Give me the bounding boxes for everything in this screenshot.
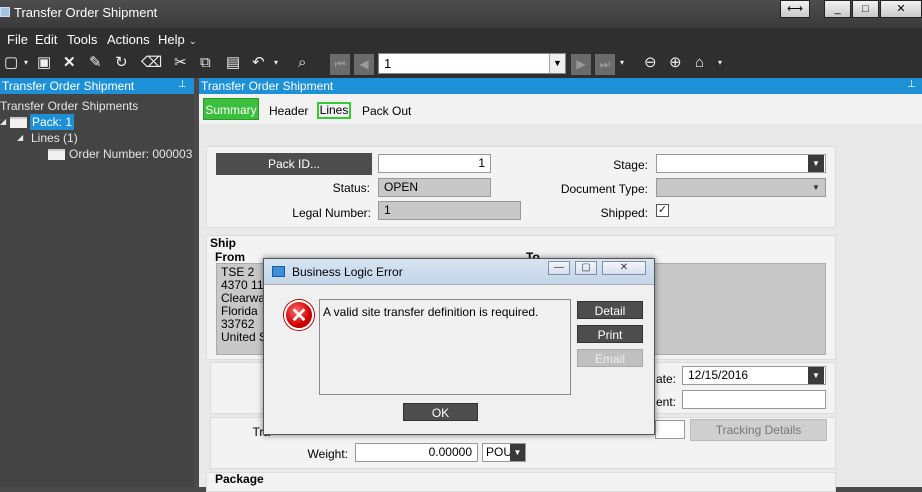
ok-button[interactable]: OK: [403, 403, 478, 421]
ship-section-title: Ship: [210, 236, 236, 250]
pin-icon[interactable]: ⊥: [178, 79, 187, 90]
folder-icon: [48, 149, 65, 160]
record-dropdown-icon[interactable]: ▼: [549, 54, 565, 73]
nav-dropdown-icon[interactable]: ▾: [620, 54, 624, 72]
folder-icon: [10, 117, 27, 128]
last-record-button[interactable]: ⏭: [595, 54, 615, 75]
menu-bar: File Edit Tools Actions Help ⌄: [0, 28, 922, 50]
pack-id-button[interactable]: Pack ID...: [216, 153, 372, 175]
expand-icon[interactable]: ◢: [0, 117, 6, 126]
calendar-dropdown-icon[interactable]: ▼: [808, 367, 824, 384]
error-icon: ✕: [284, 300, 314, 330]
dialog-title: Business Logic Error: [292, 265, 403, 279]
window-titlebar: Transfer Order Shipment ⟷ _ □ ✕: [0, 0, 922, 28]
tree-item-order[interactable]: Order Number: 000003: [69, 147, 192, 161]
home-dropdown-icon[interactable]: ▾: [718, 54, 722, 72]
legal-number-field: 1: [378, 201, 521, 220]
clear-icon[interactable]: ⌫: [141, 54, 162, 72]
menu-file[interactable]: File: [7, 32, 28, 47]
resize-button[interactable]: ⟷: [780, 0, 810, 18]
shipped-checkbox[interactable]: ✓: [656, 204, 669, 217]
window-title: Transfer Order Shipment: [14, 5, 158, 20]
package-section-title: Package: [215, 472, 264, 486]
copy-icon[interactable]: ⧉: [200, 54, 211, 72]
chevron-down-icon[interactable]: ▼: [510, 444, 525, 461]
tree-root[interactable]: Transfer Order Shipments: [0, 99, 138, 113]
pin-icon[interactable]: ⊥: [907, 79, 916, 90]
dialog-maximize-button[interactable]: ▢: [575, 261, 597, 275]
tree-panel: [0, 78, 194, 487]
stage-label: Stage:: [613, 158, 648, 172]
cut-icon[interactable]: ✂: [174, 54, 187, 72]
dialog-titlebar: Business Logic Error — ▢ ✕: [264, 259, 654, 285]
refresh-icon[interactable]: ↻: [115, 54, 128, 72]
search-icon[interactable]: ⌕: [298, 54, 306, 72]
dialog-minimize-button[interactable]: —: [548, 261, 570, 275]
record-input[interactable]: 1: [378, 53, 566, 74]
detail-button[interactable]: Detail: [577, 301, 643, 319]
shipped-label: Shipped:: [600, 206, 648, 220]
dialog-app-icon: [272, 266, 285, 277]
stage-select[interactable]: [656, 154, 826, 173]
undo-dropdown-icon[interactable]: ▾: [274, 54, 278, 72]
tracking-number-field[interactable]: [655, 420, 685, 439]
attach-icon[interactable]: ✎: [89, 54, 102, 72]
from-label: From: [215, 250, 245, 264]
tracking-details-button[interactable]: Tracking Details: [690, 419, 827, 441]
chevron-down-icon[interactable]: ▼: [808, 155, 824, 172]
package-section: [206, 472, 836, 492]
tab-lines[interactable]: Lines: [317, 102, 351, 119]
expand-icon[interactable]: ◢: [17, 133, 23, 142]
menu-actions[interactable]: Actions: [107, 32, 150, 47]
close-button[interactable]: ✕: [880, 0, 922, 18]
dialog-close-button[interactable]: ✕: [602, 261, 646, 275]
ent-field[interactable]: [682, 390, 826, 409]
menu-edit[interactable]: Edit: [35, 32, 57, 47]
status-field: OPEN: [378, 178, 491, 197]
new-dropdown-icon[interactable]: ▾: [24, 54, 28, 72]
maximize-button[interactable]: □: [852, 0, 879, 18]
app-icon: [0, 7, 10, 17]
tree-item-lines[interactable]: Lines (1): [31, 131, 78, 145]
menu-overflow-icon[interactable]: ⌄: [189, 36, 197, 47]
first-record-button[interactable]: ⏮: [330, 54, 350, 75]
tree-panel-header: Transfer Order Shipment: [0, 78, 194, 94]
weight-label: Weight:: [307, 447, 348, 461]
delete-icon[interactable]: ✕: [63, 54, 76, 72]
detail-panel-header: Transfer Order Shipment: [199, 78, 922, 94]
legal-number-label: Legal Number:: [292, 206, 371, 220]
tree-item-pack[interactable]: Pack: 1: [30, 114, 75, 130]
previous-record-button[interactable]: ◀: [354, 54, 374, 75]
new-icon[interactable]: ▢: [4, 54, 18, 72]
forward-icon[interactable]: ⊕: [669, 54, 682, 72]
paste-icon[interactable]: ▤: [226, 54, 240, 72]
document-type-label: Document Type:: [560, 182, 648, 196]
status-label: Status:: [332, 181, 370, 195]
chevron-down-icon[interactable]: ▼: [808, 179, 824, 196]
back-icon[interactable]: ⊖: [644, 54, 657, 72]
from-address-line: United S: [221, 330, 268, 344]
weight-field[interactable]: 0.00000: [355, 443, 478, 462]
next-record-button[interactable]: ▶: [571, 54, 591, 75]
menu-tools[interactable]: Tools: [67, 32, 97, 47]
undo-icon[interactable]: ↶: [252, 54, 265, 72]
tab-summary[interactable]: Summary: [203, 98, 259, 120]
error-message: A valid site transfer definition is requ…: [319, 299, 571, 395]
ship-date-field[interactable]: 12/15/2016: [682, 366, 826, 385]
minimize-button[interactable]: _: [824, 0, 851, 18]
tab-header[interactable]: Header: [269, 104, 308, 118]
save-icon[interactable]: ▣: [37, 54, 51, 72]
email-button[interactable]: Email: [577, 349, 643, 367]
tab-pack-out[interactable]: Pack Out: [362, 104, 411, 118]
home-icon[interactable]: ⌂: [695, 54, 704, 72]
menu-help[interactable]: Help: [158, 32, 185, 47]
pack-id-field[interactable]: 1: [378, 154, 491, 173]
print-button[interactable]: Print: [577, 325, 643, 343]
document-type-select[interactable]: [656, 178, 826, 197]
